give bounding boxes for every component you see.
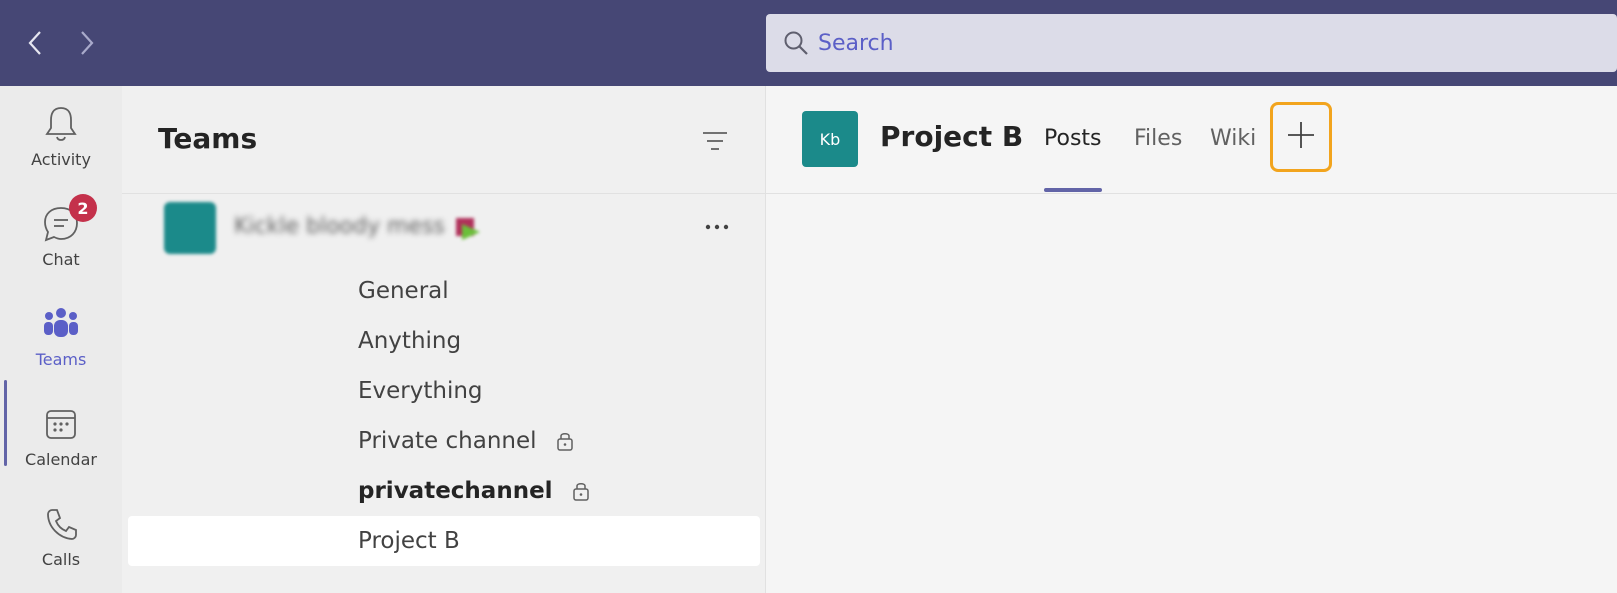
- channel-item-project-b[interactable]: Project B: [128, 516, 760, 566]
- channel-item-anything[interactable]: Anything: [128, 316, 760, 366]
- rail-item-teams[interactable]: Teams: [0, 286, 122, 386]
- channel-label: privatechannel: [358, 478, 553, 504]
- channel-label: Everything: [358, 378, 483, 404]
- teams-icon: [39, 302, 83, 346]
- plus-icon: [1286, 120, 1316, 154]
- search-placeholder: Search: [818, 30, 894, 56]
- channel-label: Project B: [358, 528, 460, 554]
- chevron-left-icon[interactable]: [20, 28, 50, 58]
- page-title: Teams: [158, 122, 258, 155]
- channel-header: Kb Project B Posts Files Wiki: [766, 86, 1617, 194]
- bell-icon: [39, 102, 83, 146]
- channel-label: Private channel: [358, 428, 537, 454]
- chevron-right-icon[interactable]: [72, 28, 102, 58]
- team-avatar: [164, 202, 216, 254]
- emoji-icon: [452, 212, 482, 242]
- tab-posts[interactable]: Posts: [1044, 126, 1102, 151]
- teams-panel: Teams Kickle bloody mess General Anythin…: [122, 86, 766, 593]
- more-horizontal-icon[interactable]: [702, 212, 732, 242]
- team-item[interactable]: Kickle bloody mess: [122, 202, 766, 270]
- channel-item-privatechannel[interactable]: privatechannel: [128, 466, 760, 516]
- teams-header: Teams: [122, 86, 766, 194]
- search-input[interactable]: Search: [766, 14, 1617, 72]
- lock-icon: [571, 480, 591, 502]
- rail-item-calendar[interactable]: Calendar: [0, 386, 122, 486]
- rail-item-chat[interactable]: 2 Chat: [0, 186, 122, 286]
- chat-icon: 2: [39, 194, 97, 246]
- channel-item-everything[interactable]: Everything: [128, 366, 760, 416]
- rail-label: Teams: [35, 350, 87, 369]
- top-bar: Search: [0, 0, 1617, 86]
- channel-title: Project B: [880, 120, 1024, 153]
- rail-item-activity[interactable]: Activity: [0, 86, 122, 186]
- channel-item-private-channel[interactable]: Private channel: [128, 416, 760, 466]
- rail-label: Calls: [41, 550, 81, 569]
- channel-label: Anything: [358, 328, 462, 354]
- channel-avatar: Kb: [802, 111, 858, 167]
- filter-icon[interactable]: [700, 126, 730, 156]
- active-tab-underline: [1044, 188, 1102, 192]
- chat-badge: 2: [69, 194, 97, 222]
- search-icon: [782, 29, 810, 57]
- rail-label: Activity: [31, 150, 91, 169]
- app-rail: Activity 2 Chat Teams Calendar Calls: [0, 86, 122, 593]
- calendar-icon: [39, 402, 83, 446]
- team-name: Kickle bloody mess: [234, 214, 445, 239]
- add-tab-button[interactable]: [1270, 102, 1332, 172]
- channel-main: Kb Project B Posts Files Wiki: [766, 86, 1617, 593]
- rail-label: Chat: [42, 250, 80, 269]
- tab-files[interactable]: Files: [1134, 126, 1182, 151]
- lock-icon: [555, 430, 575, 452]
- phone-icon: [39, 502, 83, 546]
- tab-wiki[interactable]: Wiki: [1210, 126, 1256, 151]
- channel-item-general[interactable]: General: [128, 266, 760, 316]
- rail-label: Calendar: [25, 450, 97, 469]
- rail-item-calls[interactable]: Calls: [0, 486, 122, 586]
- channel-label: General: [358, 278, 449, 304]
